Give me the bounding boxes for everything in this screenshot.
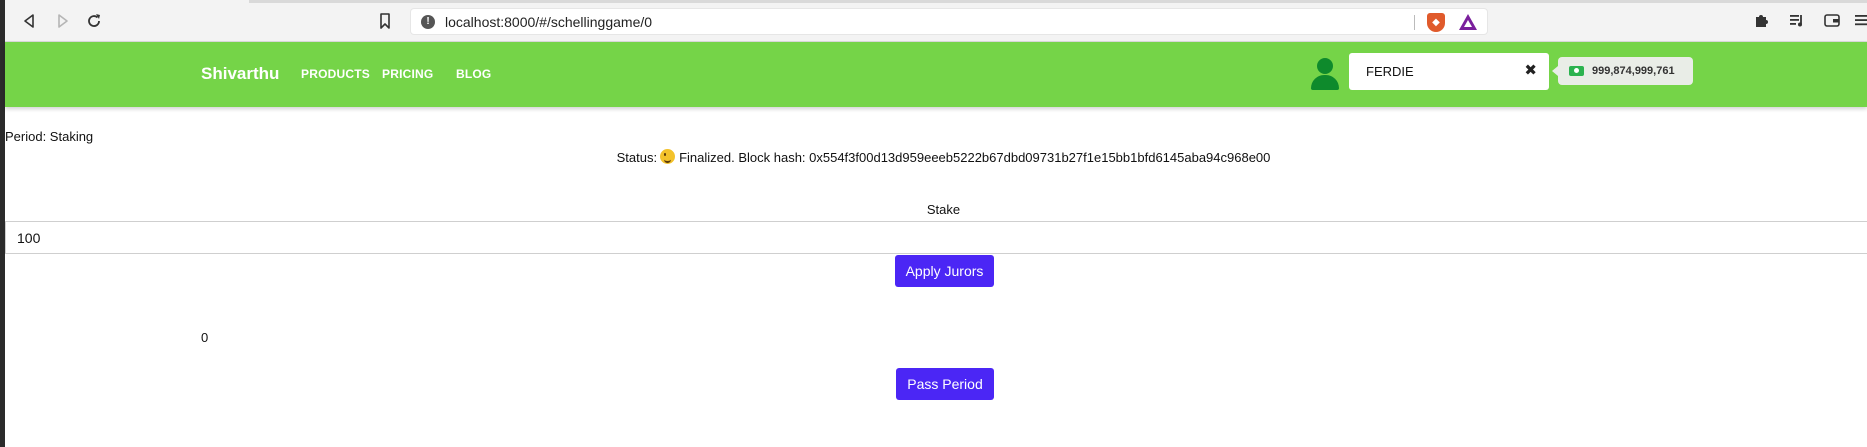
site-info-icon[interactable]: !	[421, 15, 435, 29]
forward-arrow-icon[interactable]	[52, 11, 72, 31]
status-line: Status: Finalized. Block hash: 0x554f3f00…	[0, 149, 1867, 165]
nav-link-pricing[interactable]: PRICING	[382, 67, 433, 81]
brave-rewards-icon[interactable]	[1459, 14, 1477, 30]
stake-label: Stake	[926, 202, 961, 217]
playlist-icon[interactable]	[1787, 11, 1807, 31]
account-select[interactable]: FERDIE ✖	[1349, 53, 1549, 90]
winking-face-icon	[660, 149, 676, 164]
brand-logo[interactable]: Shivarthu	[201, 64, 279, 84]
account-name[interactable]: FERDIE	[1366, 64, 1414, 79]
wallet-icon[interactable]	[1822, 11, 1842, 31]
period-label: Period: Staking	[5, 129, 94, 144]
apply-jurors-button[interactable]: Apply Jurors	[895, 255, 994, 287]
status-prefix: Status:	[616, 150, 658, 165]
nav-link-blog[interactable]: BLOG	[456, 67, 491, 81]
balance-value: 999,874,999,761	[1592, 65, 1675, 77]
url-text[interactable]: localhost:8000/#/schellinggame/0	[445, 14, 652, 30]
pass-period-button[interactable]: Pass Period	[896, 368, 994, 400]
brave-shield-icon[interactable]: ◆	[1427, 13, 1445, 32]
balance-badge: 999,874,999,761	[1552, 57, 1693, 85]
stake-input[interactable]	[5, 221, 1867, 254]
hamburger-menu-icon[interactable]	[1851, 11, 1867, 31]
bookmark-icon[interactable]	[375, 11, 395, 31]
clear-account-icon[interactable]: ✖	[1524, 61, 1537, 79]
browser-toolbar: ! localhost:8000/#/schellinggame/0 ◆	[5, 0, 1867, 42]
money-icon	[1569, 66, 1584, 76]
address-bar-divider	[1414, 15, 1415, 30]
status-text: Finalized. Block hash: 0x554f3f00d13d959…	[679, 150, 1271, 165]
nav-link-products[interactable]: PRODUCTS	[301, 67, 370, 81]
count-value: 0	[201, 330, 209, 345]
tab-strip-edge	[249, 0, 1867, 3]
user-icon	[1307, 57, 1343, 93]
address-bar[interactable]: ! localhost:8000/#/schellinggame/0 ◆	[410, 8, 1488, 35]
back-arrow-icon[interactable]	[20, 11, 40, 31]
puzzle-icon[interactable]	[1752, 11, 1772, 31]
reload-icon[interactable]	[84, 11, 104, 31]
app-navbar: Shivarthu PRODUCTS PRICING BLOG FERDIE ✖…	[5, 42, 1867, 107]
